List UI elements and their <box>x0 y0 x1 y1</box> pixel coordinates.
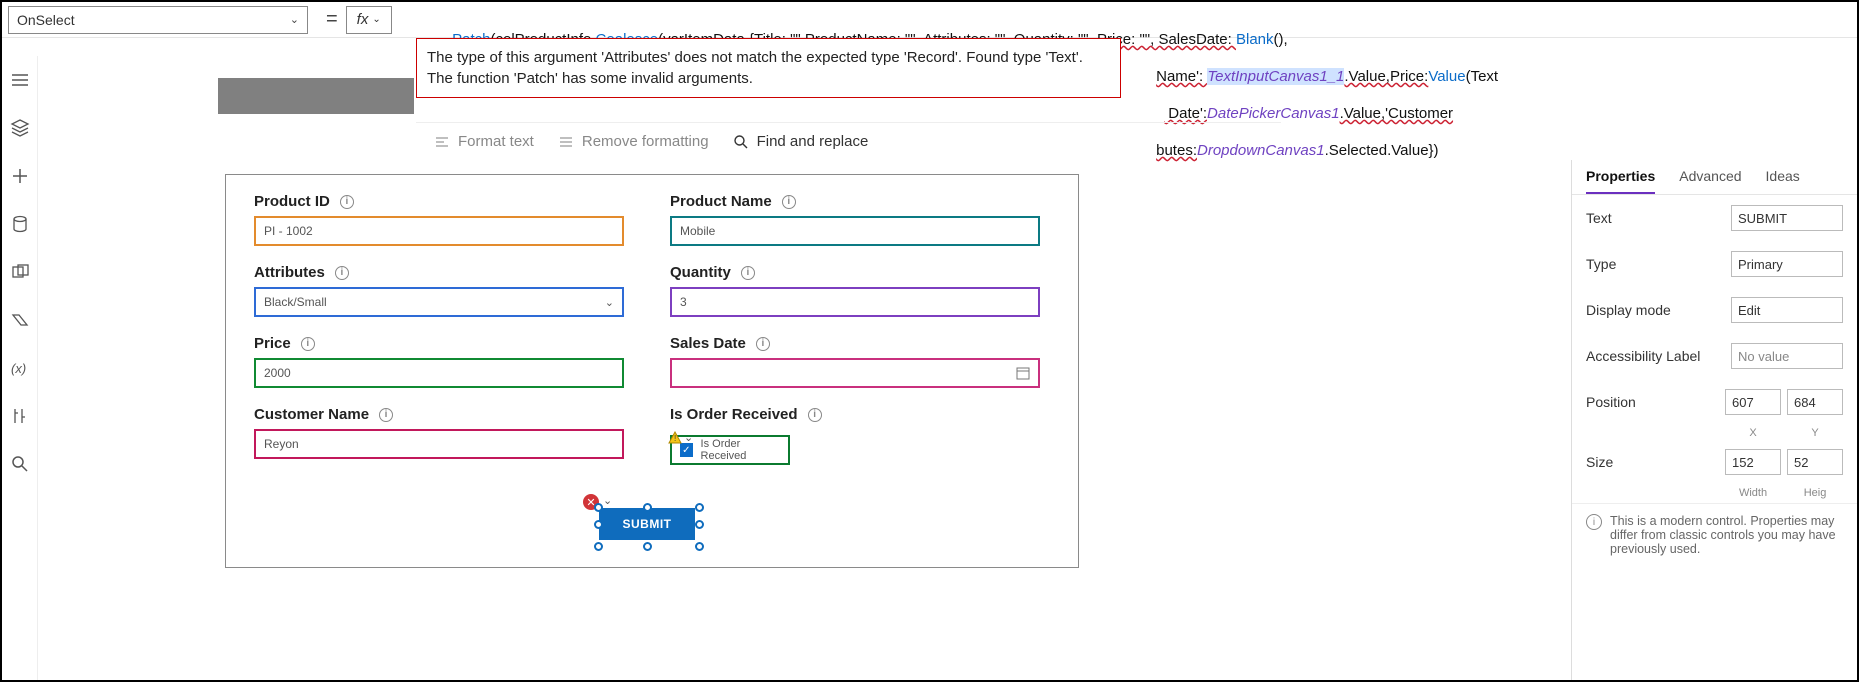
prop-display-dropdown[interactable]: Edit <box>1731 297 1843 323</box>
price-input[interactable]: 2000 <box>254 358 624 388</box>
chevron-down-icon: ⌄ <box>290 13 299 26</box>
prop-accessibility-input[interactable]: No value <box>1731 343 1843 369</box>
sales-date-label: Sales Datei <box>670 335 1050 352</box>
prop-position-x[interactable]: 607 <box>1725 389 1781 415</box>
product-name-input[interactable]: Mobile <box>670 216 1040 246</box>
prop-text-input[interactable]: SUBMIT <box>1731 205 1843 231</box>
product-id-label: Product IDi <box>254 193 634 210</box>
prop-position-y[interactable]: 684 <box>1787 389 1843 415</box>
prop-size-width[interactable]: 152 <box>1725 449 1781 475</box>
checkbox-icon: ✓ <box>680 443 693 457</box>
is-order-received-label: Is Order Receivedi <box>670 406 1050 423</box>
customer-name-label: Customer Namei <box>254 406 634 423</box>
calendar-icon <box>1016 366 1030 380</box>
info-icon: i <box>379 408 393 422</box>
tools-icon[interactable] <box>10 406 30 426</box>
resize-handle[interactable] <box>594 542 603 551</box>
info-icon: i <box>808 408 822 422</box>
info-icon: i <box>741 266 755 280</box>
info-icon: i <box>301 337 315 351</box>
fx-button[interactable]: fx ⌄ <box>346 6 392 34</box>
chevron-down-icon: ⌄ <box>605 296 614 309</box>
variable-icon[interactable]: (x) <box>10 358 30 378</box>
tab-ideas[interactable]: Ideas <box>1766 168 1800 194</box>
resize-handle[interactable] <box>594 503 603 512</box>
prop-type-dropdown[interactable]: Primary <box>1731 251 1843 277</box>
database-icon[interactable] <box>10 214 30 234</box>
prop-position: Position 607 684 <box>1572 379 1857 425</box>
modern-control-note: i This is a modern control. Properties m… <box>1572 503 1857 566</box>
submit-button[interactable]: SUBMIT <box>599 508 695 540</box>
attributes-label: Attributesi <box>254 264 634 281</box>
resize-handle[interactable] <box>594 520 603 529</box>
tab-properties[interactable]: Properties <box>1586 168 1655 194</box>
chevron-down-icon[interactable]: ⌄ <box>603 494 612 507</box>
search-icon <box>733 134 749 150</box>
plus-icon[interactable] <box>10 166 30 186</box>
layers-icon[interactable] <box>10 118 30 138</box>
property-selector[interactable]: OnSelect ⌄ <box>8 6 308 34</box>
properties-tabs: Properties Advanced Ideas <box>1572 160 1857 195</box>
format-text-icon <box>434 134 450 150</box>
info-icon: i <box>782 195 796 209</box>
product-id-input[interactable]: PI - 1002 <box>254 216 624 246</box>
prop-text: Text SUBMIT <box>1572 195 1857 241</box>
product-name-label: Product Namei <box>670 193 1050 210</box>
flow-icon[interactable] <box>10 310 30 330</box>
quantity-input[interactable]: 3 <box>670 287 1040 317</box>
prop-display-mode: Display mode Edit <box>1572 287 1857 333</box>
prop-size: Size 152 52 <box>1572 439 1857 485</box>
format-text-button[interactable]: Format text <box>434 133 534 150</box>
info-icon: i <box>1586 514 1602 530</box>
equals-sign: = <box>326 8 338 31</box>
info-icon: i <box>335 266 349 280</box>
formula-error-tooltip: The type of this argument 'Attributes' d… <box>416 38 1121 98</box>
resize-handle[interactable] <box>695 520 704 529</box>
resize-handle[interactable] <box>695 503 704 512</box>
prop-size-height[interactable]: 52 <box>1787 449 1843 475</box>
chevron-down-icon: ⌄ <box>684 431 693 444</box>
attributes-dropdown[interactable]: Black/Small⌄ <box>254 287 624 317</box>
canvas-header-strip <box>218 78 414 114</box>
price-label: Pricei <box>254 335 634 352</box>
info-icon: i <box>340 195 354 209</box>
prop-accessibility: Accessibility Label No value <box>1572 333 1857 379</box>
formula-toolbar: Format text Remove formatting Find and r… <box>416 122 1281 160</box>
customer-name-input[interactable]: Reyon <box>254 429 624 459</box>
tab-advanced[interactable]: Advanced <box>1679 168 1741 194</box>
sales-date-picker[interactable] <box>670 358 1040 388</box>
resize-handle[interactable] <box>643 503 652 512</box>
prop-type: Type Primary <box>1572 241 1857 287</box>
submit-button-wrapper: ✕ ⌄ SUBMIT <box>599 508 699 546</box>
property-selector-value: OnSelect <box>17 12 75 28</box>
resize-handle[interactable] <box>695 542 704 551</box>
properties-panel: Properties Advanced Ideas Text SUBMIT Ty… <box>1571 160 1857 680</box>
info-icon: i <box>756 337 770 351</box>
find-replace-button[interactable]: Find and replace <box>733 133 869 150</box>
warning-icon: ! <box>668 431 682 445</box>
media-icon[interactable] <box>10 262 30 282</box>
left-rail: (x) <box>2 56 38 680</box>
search-icon[interactable] <box>10 454 30 474</box>
remove-formatting-icon <box>558 134 574 150</box>
quantity-label: Quantityi <box>670 264 1050 281</box>
size-sublabels: WidthHeig <box>1572 487 1857 499</box>
svg-text:!: ! <box>674 434 676 443</box>
svg-text:(x): (x) <box>11 361 26 376</box>
error-line-2: The function 'Patch' has some invalid ar… <box>427 70 1110 87</box>
hamburger-icon[interactable] <box>10 70 30 90</box>
fx-label: fx <box>357 11 369 28</box>
resize-handle[interactable] <box>643 542 652 551</box>
chevron-down-icon: ⌄ <box>372 14 380 25</box>
error-line-1: The type of this argument 'Attributes' d… <box>427 49 1110 66</box>
remove-formatting-button[interactable]: Remove formatting <box>558 133 709 150</box>
position-sublabels: XY <box>1572 427 1857 439</box>
